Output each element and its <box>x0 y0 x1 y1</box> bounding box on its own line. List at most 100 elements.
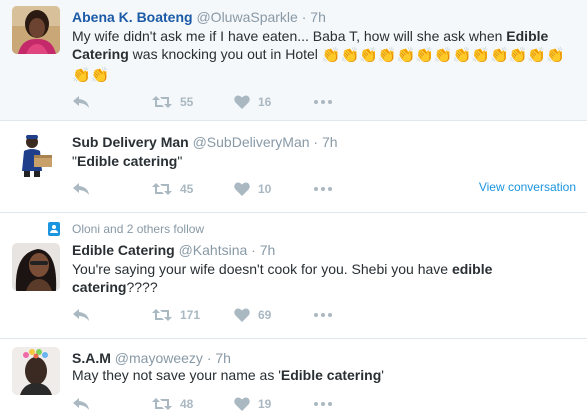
author-handle[interactable]: @mayoweezy <box>115 350 203 366</box>
avatar[interactable] <box>12 131 60 179</box>
tweet-actions: 48 19 <box>72 394 572 414</box>
tweet-header: Sub Delivery Man @SubDeliveryMan · 7h <box>72 133 338 151</box>
like-count: 69 <box>258 308 272 322</box>
separator-dot: · <box>301 9 307 25</box>
tweet-text-part: May they not save your name as ' <box>72 367 281 383</box>
clapping-hands-icon: 👏 <box>415 47 434 64</box>
tweet-text: May they not save your name as 'Edible c… <box>72 366 569 384</box>
social-context-text[interactable]: Oloni and 2 others follow <box>72 222 204 236</box>
tweet[interactable]: Oloni and 2 others follow Edible Caterin… <box>0 213 587 339</box>
timestamp[interactable]: 7h <box>310 9 326 25</box>
heart-icon <box>234 182 250 196</box>
clapping-hands-icon: 👏 <box>527 47 547 64</box>
separator-dot: · <box>251 242 256 258</box>
retweet-icon <box>152 398 172 410</box>
retweet-icon <box>152 309 172 321</box>
clapping-hands-icon: 👏 <box>452 47 472 64</box>
heart-icon <box>234 308 250 322</box>
tweet-actions: 171 69 <box>72 305 572 325</box>
reply-button[interactable] <box>72 179 90 199</box>
separator-dot: · <box>313 134 319 150</box>
reply-button[interactable] <box>72 92 90 112</box>
reply-icon <box>73 96 89 108</box>
tweet[interactable]: Sub Delivery Man @SubDeliveryMan · 7h "E… <box>0 121 587 213</box>
timestamp[interactable]: 7h <box>322 134 338 150</box>
person-icon <box>48 222 60 236</box>
highlight-term: Edible catering <box>76 153 178 169</box>
tweet-text: "Edible catering" <box>72 152 569 170</box>
retweet-icon <box>152 96 172 108</box>
like-button[interactable]: 69 <box>234 305 271 325</box>
reply-button[interactable] <box>72 305 90 325</box>
heart-icon <box>234 95 250 109</box>
more-button[interactable] <box>314 92 332 112</box>
like-button[interactable]: 10 <box>234 179 271 199</box>
clapping-hands-icon: 👏 <box>489 47 509 64</box>
retweet-count: 171 <box>180 308 201 322</box>
more-button[interactable] <box>314 179 332 199</box>
social-context: Oloni and 2 others follow <box>48 221 204 237</box>
timeline: Abena K. Boateng @OluwaSparkle · 7h My w… <box>0 0 587 419</box>
author-name[interactable]: Abena K. Boateng <box>72 9 193 25</box>
clapping-hands-icon: 👏 <box>359 47 378 64</box>
retweet-count: 45 <box>180 182 194 196</box>
more-button[interactable] <box>314 394 332 414</box>
avatar[interactable] <box>12 6 60 54</box>
clapping-hands-icon: 👏 <box>90 67 110 84</box>
retweet-button[interactable]: 48 <box>152 394 193 414</box>
clapping-hands-icon: 👏 <box>340 47 360 64</box>
tweet-actions: 55 16 <box>72 92 572 112</box>
tweet-text-part: ' <box>381 367 384 383</box>
retweet-button[interactable]: 45 <box>152 179 193 199</box>
more-dots-icon <box>314 313 332 317</box>
like-button[interactable]: 16 <box>234 92 271 112</box>
more-dots-icon <box>314 187 332 191</box>
view-conversation-link[interactable]: View conversation <box>479 179 576 195</box>
author-handle[interactable]: @OluwaSparkle <box>196 9 297 25</box>
author-handle[interactable]: @SubDeliveryMan <box>193 134 310 150</box>
clapping-hands-icon: 👏 <box>546 47 565 64</box>
avatar[interactable] <box>12 347 60 395</box>
author-name[interactable]: S.A.M <box>72 350 111 366</box>
clapping-hands-icon: 👏 <box>396 47 416 64</box>
timestamp[interactable]: 7h <box>260 242 276 258</box>
like-count: 19 <box>258 397 272 411</box>
retweet-button[interactable]: 55 <box>152 92 193 112</box>
timestamp[interactable]: 7h <box>215 350 231 366</box>
separator-dot: · <box>206 350 212 366</box>
tweet-text-part: was knocking you out in Hotel <box>128 46 318 62</box>
tweet-text-part: My wife didn't ask me if I have eaten...… <box>72 28 507 44</box>
author-name[interactable]: Edible Catering <box>72 242 175 258</box>
like-count: 16 <box>258 95 272 109</box>
reply-icon <box>73 398 89 410</box>
tweet-header: Abena K. Boateng @OluwaSparkle · 7h <box>72 8 326 26</box>
author-name[interactable]: Sub Delivery Man <box>72 134 189 150</box>
clapping-hands-icon: 👏 <box>508 47 528 64</box>
more-button[interactable] <box>314 305 332 325</box>
more-dots-icon <box>314 402 332 406</box>
retweet-icon <box>152 183 172 195</box>
tweet-text-part: " <box>177 153 183 169</box>
clapping-hands-icon: 👏 <box>72 67 91 84</box>
avatar[interactable] <box>12 243 60 291</box>
tweet-text: My wife didn't ask me if I have eaten...… <box>72 27 569 85</box>
like-button[interactable]: 19 <box>234 394 271 414</box>
reply-icon <box>73 183 89 195</box>
clapping-hands-icon: 👏 <box>377 47 397 64</box>
clapping-hands-icon: 👏 <box>321 47 341 64</box>
tweet-header: Edible Catering @Kahtsina · 7h <box>72 241 275 259</box>
reply-icon <box>73 309 89 321</box>
retweet-count: 55 <box>180 95 194 109</box>
tweet[interactable]: S.A.M @mayoweezy · 7h May they not save … <box>0 339 587 419</box>
retweet-count: 48 <box>180 397 194 411</box>
tweet-text-part: ???? <box>126 279 158 295</box>
tweet[interactable]: Abena K. Boateng @OluwaSparkle · 7h My w… <box>0 0 587 121</box>
author-handle[interactable]: @Kahtsina <box>179 242 248 258</box>
more-dots-icon <box>314 100 332 104</box>
clapping-hands-icon: 👏 <box>433 47 453 64</box>
retweet-button[interactable]: 171 <box>152 305 200 325</box>
highlight-term: Edible catering <box>280 367 382 383</box>
tweet-text-part: You're saying your wife doesn't cook for… <box>72 261 452 277</box>
tweet-text: You're saying your wife doesn't cook for… <box>72 260 569 296</box>
reply-button[interactable] <box>72 394 90 414</box>
